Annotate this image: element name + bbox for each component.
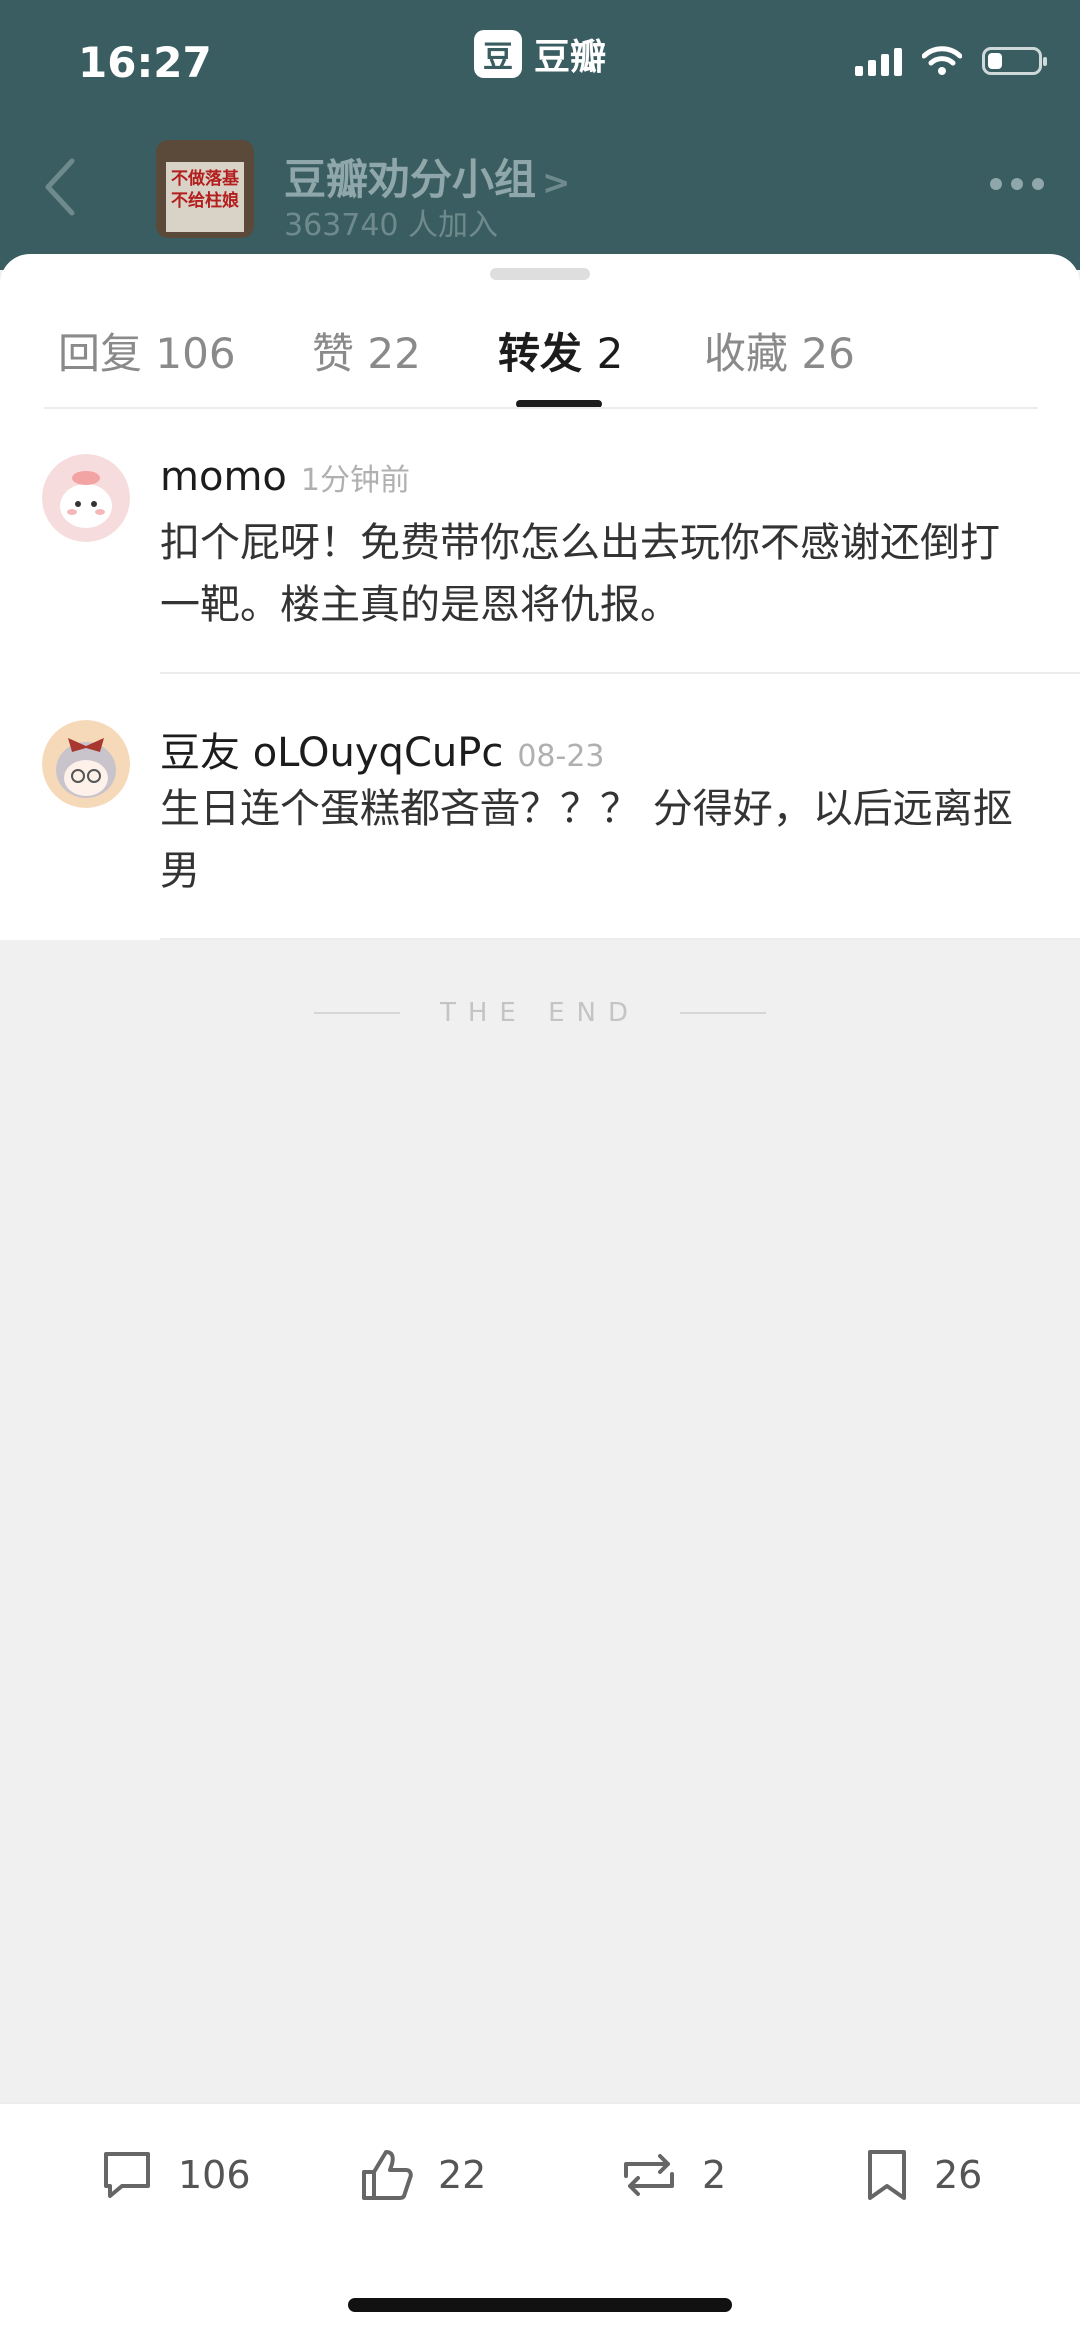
douban-logo-icon: 豆: [474, 30, 522, 78]
comment-text: 生日连个蛋糕都吝啬？？？ 分得好，以后远离抠男: [160, 786, 1013, 894]
comment-author[interactable]: momo 1分钟前: [160, 454, 410, 500]
group-member-count: 363740 人加入: [284, 208, 499, 243]
group-thumbnail[interactable]: 不做落基 不给柱娘: [156, 140, 254, 238]
battery-icon: [982, 47, 1047, 75]
repost-button[interactable]: 2: [618, 2146, 726, 2204]
bookmark-icon: [868, 2150, 906, 2200]
repost-icon: [624, 2154, 674, 2196]
comment-time: 08-23: [517, 739, 605, 774]
end-of-list-marker: THE END: [0, 998, 1080, 1028]
status-icons: [855, 46, 1047, 76]
interactions-sheet: 回复 106 赞 22 转发 2 收藏 26 momo 1分钟前 扣个屁呀！免费…: [0, 254, 1080, 940]
like-button[interactable]: 22: [358, 2146, 486, 2204]
tab-likes[interactable]: 赞 22: [312, 320, 421, 381]
collect-button[interactable]: 26: [862, 2146, 982, 2204]
comment-divider: [160, 938, 1080, 940]
group-name[interactable]: 豆瓣劝分小组 >: [284, 146, 571, 207]
avatar[interactable]: [42, 720, 130, 808]
wifi-icon: [922, 46, 962, 75]
group-header: 16:27 豆 豆瓣 不做落基 不给柱娘 豆瓣劝分小组 > 363740 人加入: [0, 0, 1080, 270]
comment-author[interactable]: 豆友 oLOuyqCuPc 08-23: [160, 720, 605, 778]
thumbs-up-icon: [362, 2150, 413, 2200]
status-time: 16:27: [78, 38, 212, 87]
comment-divider: [160, 672, 1080, 674]
app-badge: 豆 豆瓣: [474, 28, 606, 80]
cellular-signal-icon: [855, 46, 902, 76]
reply-button[interactable]: 106: [98, 2146, 251, 2204]
chevron-right-icon: >: [542, 163, 571, 203]
home-indicator[interactable]: [348, 2298, 732, 2312]
tab-collections[interactable]: 收藏 26: [704, 320, 855, 381]
tab-divider: [44, 407, 1038, 409]
tab-reposts[interactable]: 转发 2: [498, 320, 623, 381]
comment-icon: [104, 2152, 150, 2198]
more-options-button[interactable]: [990, 178, 1044, 190]
comment-text: 扣个屁呀！免费带你怎么出去玩你不感谢还倒打一靶。楼主真的是恩将仇报。: [160, 520, 1000, 628]
sheet-drag-handle[interactable]: [490, 268, 590, 280]
group-thumbnail-sign: 不做落基 不给柱娘: [166, 162, 244, 232]
end-text: THE END: [439, 998, 641, 1028]
comment-time: 1分钟前: [300, 463, 410, 498]
tab-replies[interactable]: 回复 106: [58, 320, 236, 381]
app-name: 豆瓣: [534, 37, 607, 78]
back-arrow-icon[interactable]: [40, 155, 80, 219]
avatar[interactable]: [42, 454, 130, 542]
